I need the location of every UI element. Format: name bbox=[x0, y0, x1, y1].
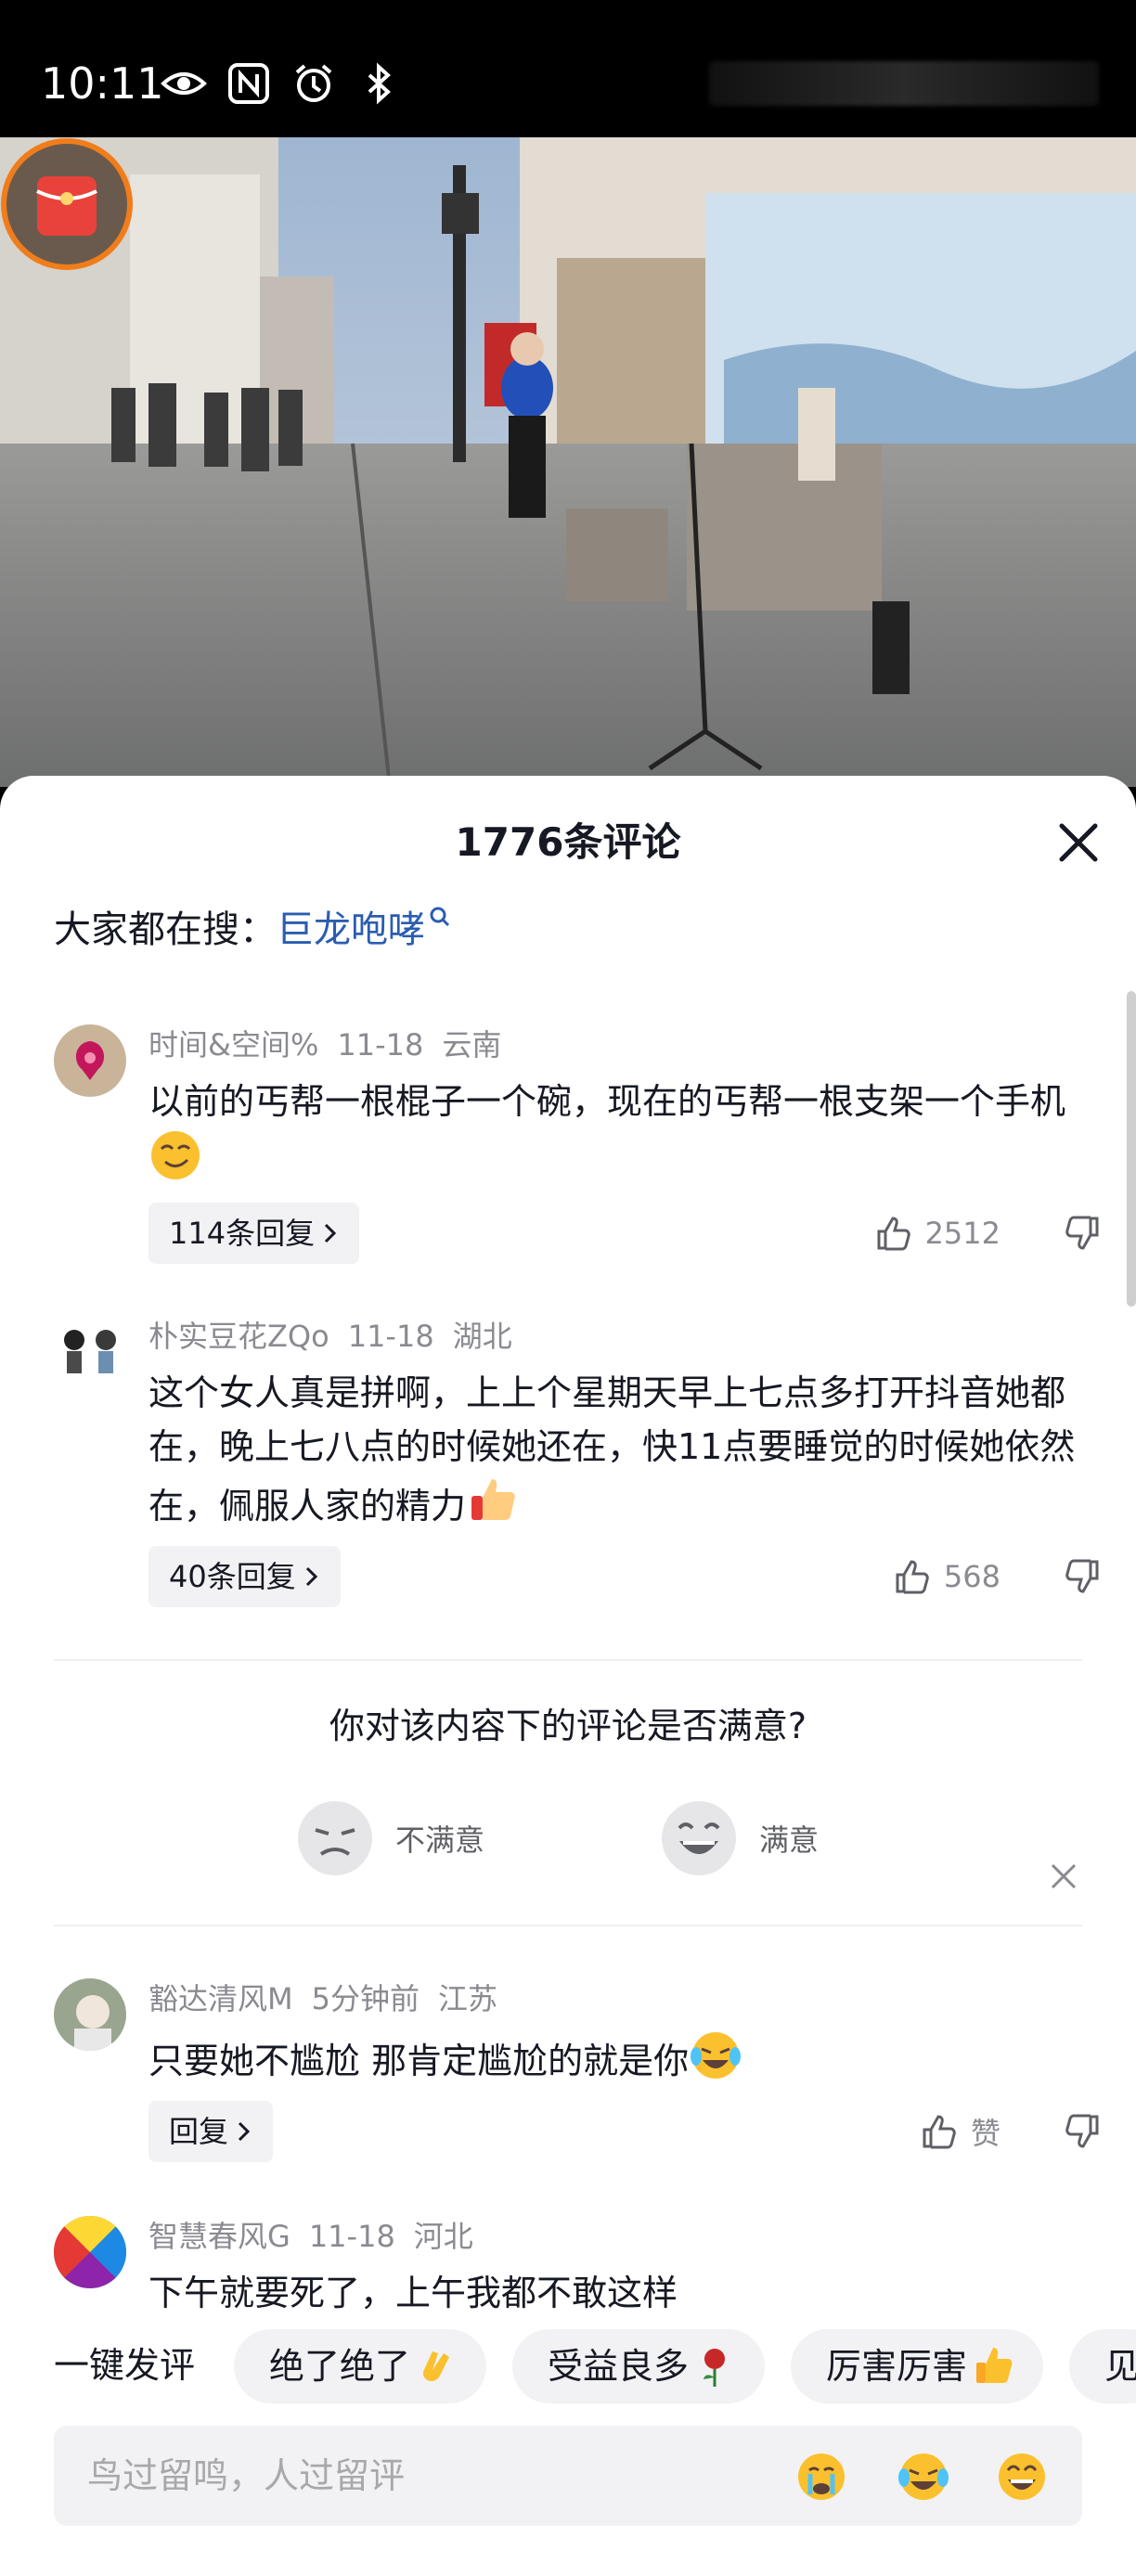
quick-comment-label: 一键发评 bbox=[54, 2345, 196, 2386]
trending-search-link[interactable]: 巨龙咆哮 bbox=[277, 908, 425, 951]
chip-text: 厉害厉害 bbox=[826, 2346, 968, 2387]
chevron-right-icon bbox=[325, 1223, 337, 1243]
like-button[interactable]: 赞 bbox=[919, 2101, 1000, 2162]
nfc-icon bbox=[228, 63, 269, 104]
trending-search-prefix: 大家都在搜： bbox=[54, 908, 277, 951]
comment-username[interactable]: 时间&空间% bbox=[148, 1027, 318, 1063]
survey-unsatisfied-label: 不满意 bbox=[395, 1823, 485, 1858]
comment-count-title: 1776条评论 bbox=[455, 819, 681, 865]
comment-text: 以前的丐帮一根棍子一个碗，现在的丐帮一根支架一个手机 bbox=[148, 1075, 1086, 1188]
divider bbox=[54, 1659, 1082, 1661]
view-replies-button[interactable]: 114条回复 bbox=[148, 1203, 360, 1264]
chip-text: 绝了绝了 bbox=[269, 2346, 411, 2387]
comment-username[interactable]: 朴实豆花ZQo bbox=[148, 1319, 329, 1354]
replies-label: 40条回复 bbox=[169, 1559, 296, 1594]
comment-date: 11-18 bbox=[347, 1319, 434, 1354]
like-button[interactable]: 568 bbox=[892, 1546, 1000, 1607]
comment-body: 只要她不尴尬 那肯定尴尬的就是你 bbox=[148, 2041, 690, 2081]
comment-location: 云南 bbox=[442, 1027, 502, 1063]
survey-question: 你对该内容下的评论是否满意? bbox=[329, 1706, 807, 1746]
comment-location: 河北 bbox=[413, 2219, 473, 2254]
survey-satisfied-button[interactable]: 满意 bbox=[659, 1798, 819, 1878]
eye-icon bbox=[161, 72, 207, 95]
comment-date: 5分钟前 bbox=[311, 1981, 420, 2016]
thumbs-down-icon[interactable] bbox=[1062, 1213, 1103, 1254]
laughing-tears-face-icon[interactable] bbox=[897, 2450, 950, 2504]
comment-body: 以前的丐帮一根棍子一个碗，现在的丐帮一根支架一个手机 bbox=[148, 1081, 1066, 1122]
thumbs-up-icon bbox=[923, 2115, 956, 2149]
quick-comment-chip[interactable]: 受益良多 bbox=[512, 2329, 766, 2403]
comment-date: 11-18 bbox=[308, 2219, 395, 2254]
bluetooth-icon bbox=[368, 62, 391, 105]
comment-body: 下午就要死了，上午我都不敢这样 bbox=[148, 2273, 678, 2313]
thumbs-up-icon bbox=[877, 1217, 910, 1251]
comment-date: 11-18 bbox=[337, 1027, 424, 1063]
avatar[interactable] bbox=[54, 1024, 126, 1097]
like-count: 568 bbox=[943, 1559, 1000, 1594]
quick-comment-chip[interactable]: 绝了绝了 bbox=[234, 2329, 487, 2403]
chip-text: 受益良多 bbox=[548, 2346, 690, 2387]
comment-location: 江苏 bbox=[438, 1981, 498, 2016]
reply-button[interactable]: 回复 bbox=[148, 2101, 274, 2162]
grinning-face-icon[interactable] bbox=[995, 2450, 1049, 2504]
thumbs-up-emoji-icon bbox=[976, 2348, 1013, 2383]
thumbs-down-icon[interactable] bbox=[1062, 2111, 1103, 2152]
divider bbox=[54, 1925, 1082, 1926]
status-bar: 10:11 bbox=[0, 0, 1136, 137]
comment-text: 这个女人真是拼啊，上上个星期天早上七点多打开抖音她都在，晚上七八点的时候她还在，… bbox=[148, 1366, 1086, 1533]
rose-icon bbox=[704, 2349, 726, 2387]
quick-comment-row: 一键发评 绝了绝了 受益良多 厉害厉害 见 bbox=[0, 2327, 1136, 2405]
status-time: 10:11 bbox=[41, 58, 164, 109]
like-count: 赞 bbox=[970, 2116, 1000, 2151]
video-player[interactable] bbox=[0, 137, 1136, 787]
view-replies-button[interactable]: 40条回复 bbox=[148, 1546, 341, 1607]
alarm-icon bbox=[295, 64, 332, 102]
survey-satisfied-label: 满意 bbox=[759, 1823, 820, 1858]
thumbs-down-icon[interactable] bbox=[1062, 1556, 1103, 1597]
comment-panel: 1776条评论 大家都在搜：巨龙咆哮 时间&空间% 11-18 云南 以前的丐帮一根… bbox=[0, 776, 1136, 2576]
comment-input-placeholder: 鸟过留鸣，人过留评 bbox=[87, 2455, 406, 2496]
comment-body: 这个女人真是拼啊，上上个星期天早上七点多打开抖音她都在，晚上七八点的时候她还在，… bbox=[148, 1372, 1076, 1526]
chip-text: 见 bbox=[1104, 2346, 1136, 2387]
like-count: 2512 bbox=[924, 1216, 1000, 1251]
replies-label: 114条回复 bbox=[169, 1216, 316, 1251]
smirk-face-icon bbox=[151, 1131, 200, 1179]
comment-username[interactable]: 智慧春风G bbox=[148, 2219, 290, 2254]
like-button[interactable]: 2512 bbox=[873, 1203, 1000, 1264]
status-right-icons bbox=[709, 61, 1099, 106]
reply-label: 回复 bbox=[169, 2114, 229, 2149]
grinning-face-icon bbox=[662, 1801, 736, 1875]
unamused-face-icon bbox=[298, 1801, 372, 1875]
chevron-right-icon bbox=[305, 1566, 317, 1587]
avatar[interactable] bbox=[54, 1978, 126, 2051]
survey-unsatisfied-button[interactable]: 不满意 bbox=[295, 1798, 484, 1878]
quick-comment-chip[interactable]: 见 bbox=[1069, 2329, 1136, 2403]
comment-username[interactable]: 豁达清风M bbox=[148, 1981, 293, 2016]
comment-item: 时间&空间% 11-18 云南 以前的丐帮一根棍子一个碗，现在的丐帮一根支架一个手机… bbox=[0, 1024, 1136, 1303]
red-packet-icon[interactable] bbox=[0, 137, 134, 271]
comment-location: 湖北 bbox=[452, 1319, 512, 1354]
quick-comment-chip[interactable]: 厉害厉害 bbox=[791, 2329, 1044, 2403]
comment-text: 下午就要死了，上午我都不敢这样 bbox=[148, 2266, 1086, 2320]
trending-search: 大家都在搜：巨龙咆哮 bbox=[54, 904, 451, 956]
survey-close-icon[interactable] bbox=[1047, 1860, 1080, 1893]
avatar[interactable] bbox=[54, 2216, 126, 2288]
video-frame bbox=[0, 137, 1136, 787]
comment-text: 只要她不尴尬 那肯定尴尬的就是你 bbox=[148, 2029, 1086, 2088]
search-icon bbox=[430, 907, 450, 927]
comment-input[interactable]: 鸟过留鸣，人过留评 bbox=[54, 2426, 1082, 2526]
clapping-hands-icon bbox=[423, 2351, 450, 2381]
laughing-tears-face-icon bbox=[691, 2032, 742, 2079]
close-icon[interactable] bbox=[1052, 817, 1104, 869]
chevron-right-icon bbox=[238, 2121, 251, 2142]
avatar[interactable] bbox=[54, 1316, 126, 1388]
comment-item: 豁达清风M 5分钟前 江苏 只要她不尴尬 那肯定尴尬的就是你 回复 赞 bbox=[0, 1978, 1136, 2192]
comment-item: 朴实豆花ZQo 11-18 湖北 这个女人真是拼啊，上上个星期天早上七点多打开抖音她… bbox=[0, 1316, 1136, 1650]
crying-face-icon[interactable] bbox=[794, 2450, 848, 2504]
thumbs-up-emoji-icon bbox=[471, 1479, 515, 1520]
comment-item: 智慧春风G 11-18 河北 下午就要死了，上午我都不敢这样 bbox=[0, 2216, 1136, 2327]
thumbs-up-icon bbox=[896, 1560, 929, 1594]
